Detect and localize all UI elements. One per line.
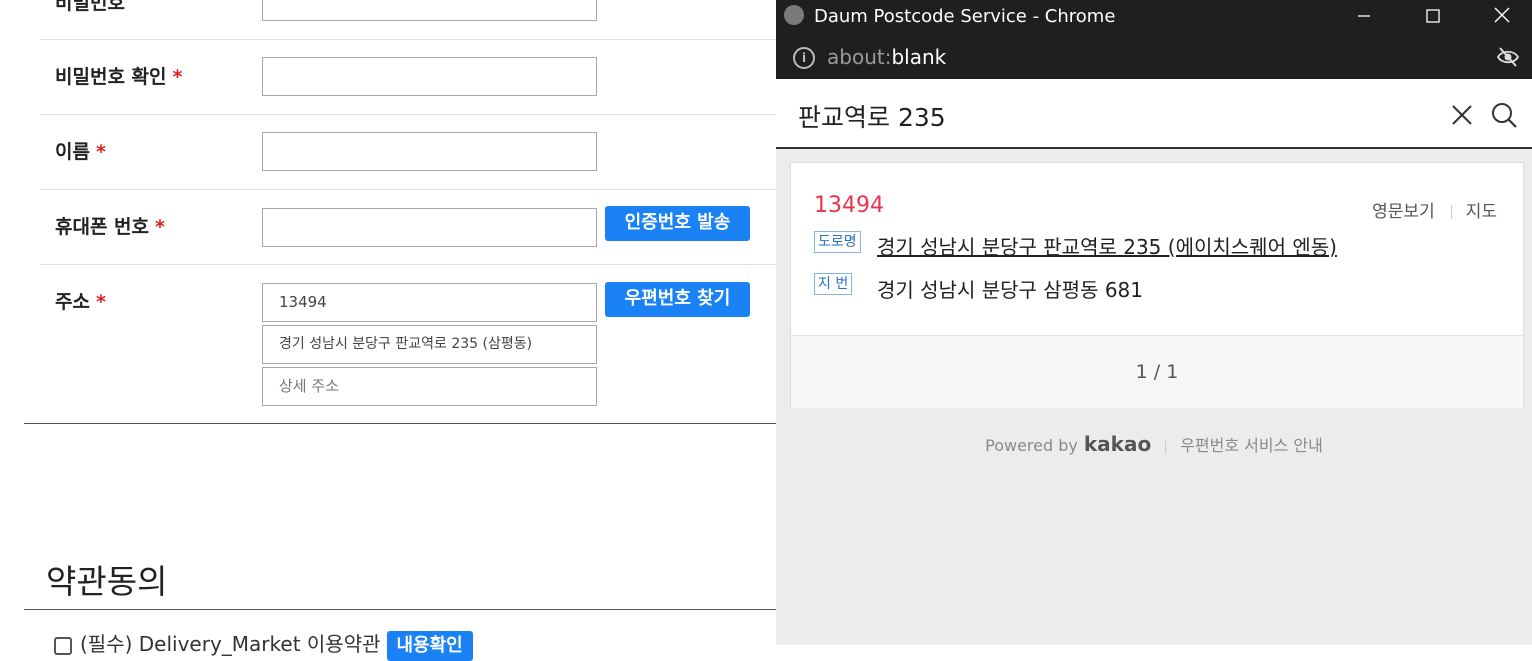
english-view-link[interactable]: 영문보기	[1372, 202, 1435, 222]
find-zipcode-button[interactable]: 우편번호 찾기	[605, 282, 750, 317]
info-icon[interactable]: i	[793, 47, 815, 69]
phone-label: 휴대폰 번호 *	[55, 216, 165, 238]
window-titlebar: Daum Postcode Service - Chrome	[776, 0, 1532, 36]
search-query-input[interactable]: 판교역로 235	[798, 98, 946, 134]
password-confirm-label: 비밀번호 확인 *	[55, 66, 183, 88]
eye-slash-icon[interactable]	[1496, 46, 1520, 72]
terms-checkbox[interactable]	[54, 636, 72, 655]
section-divider	[24, 423, 776, 424]
section-divider	[24, 609, 776, 610]
kakao-logo: kakao	[1083, 432, 1152, 456]
service-info-link[interactable]: 우편번호 서비스 안내	[1180, 436, 1323, 455]
clear-icon[interactable]	[1450, 103, 1474, 131]
minimize-button[interactable]	[1341, 0, 1387, 32]
row-divider	[40, 114, 776, 115]
postcode-search-box[interactable]: 판교역로 235	[776, 79, 1532, 149]
send-verification-button[interactable]: 인증번호 발송	[605, 206, 750, 241]
password-field[interactable]	[262, 0, 597, 21]
terms-section-title: 약관동의	[46, 562, 168, 601]
pagination: 1 / 1	[791, 335, 1523, 408]
result-zipcode[interactable]: 13494	[814, 193, 884, 218]
map-link[interactable]: 지도	[1466, 202, 1497, 222]
row-divider	[40, 264, 776, 265]
close-window-button[interactable]	[1479, 0, 1525, 32]
minimize-icon	[1358, 15, 1370, 17]
postcode-popup-window: Daum Postcode Service - Chrome i about:b…	[776, 0, 1532, 645]
powered-by-text: Powered by	[985, 436, 1078, 455]
maximize-icon	[1426, 9, 1440, 23]
search-icon[interactable]	[1490, 101, 1518, 133]
name-field[interactable]	[262, 132, 597, 171]
phone-field[interactable]	[262, 208, 597, 247]
zipcode-field[interactable]: 13494	[262, 283, 597, 322]
address-bar[interactable]: i about:blank	[776, 36, 1532, 79]
window-title: Daum Postcode Service - Chrome	[814, 6, 1116, 27]
maximize-button[interactable]	[1410, 0, 1456, 32]
password-confirm-field[interactable]	[262, 57, 597, 96]
view-terms-button[interactable]: 내용확인	[386, 631, 473, 661]
road-address-field[interactable]: 경기 성남시 분당구 판교역로 235 (삼평동)	[262, 325, 597, 364]
name-label: 이름 *	[55, 141, 106, 163]
row-divider	[40, 189, 776, 190]
jibun-address-result[interactable]: 경기 성남시 분당구 삼평동 681	[877, 274, 1143, 303]
signup-form: 비밀번호 비밀번호 확인 * 이름 * 휴대폰 번호 * 인증번호 발송 주소 * 13…	[0, 0, 776, 661]
popup-footer: Powered by kakao 우편번호 서비스 안내	[776, 432, 1532, 456]
detail-address-field[interactable]: 상세 주소	[262, 367, 597, 406]
password-label: 비밀번호	[55, 0, 125, 14]
jibun-address-tag: 지 번	[814, 273, 853, 295]
close-icon	[1494, 7, 1510, 23]
search-result-card: 13494 영문보기 지도 도로명 경기 성남시 분당구 판교역로 235 (에이…	[790, 162, 1524, 408]
terms-label: (필수) Delivery_Market 이용약관	[80, 632, 381, 656]
road-address-result[interactable]: 경기 성남시 분당구 판교역로 235 (에이치스퀘어 엔동)	[877, 231, 1337, 260]
divider	[1165, 439, 1167, 454]
divider	[1450, 205, 1452, 219]
address-label: 주소 *	[55, 291, 106, 313]
url-text[interactable]: about:blank	[827, 45, 946, 69]
result-links: 영문보기 지도	[1372, 197, 1497, 222]
globe-icon	[784, 5, 804, 25]
row-divider	[40, 39, 776, 40]
road-address-tag: 도로명	[814, 231, 861, 253]
